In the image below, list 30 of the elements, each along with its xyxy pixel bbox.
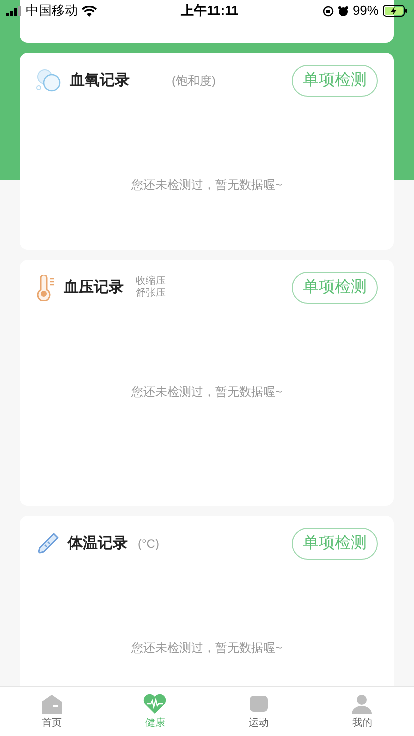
unit-note: (°C) bbox=[138, 538, 160, 550]
person-icon bbox=[351, 694, 374, 714]
record-title: 血氧记录 bbox=[70, 70, 130, 91]
clock-time: 上午11:11 bbox=[181, 2, 239, 20]
single-test-button[interactable]: 单项检测 bbox=[292, 528, 378, 560]
tab-item[interactable]: 健康 bbox=[104, 687, 207, 736]
signal-icon bbox=[6, 6, 22, 16]
rotation-lock-icon bbox=[322, 6, 334, 16]
single-test-button[interactable]: 单项检测 bbox=[292, 272, 378, 304]
tab-item[interactable]: 我的 bbox=[310, 687, 414, 736]
empty-message: 您还未检测过，暂无数据喔~ bbox=[131, 384, 282, 401]
unit-note: (饱和度) bbox=[172, 75, 216, 87]
single-test-button[interactable]: 单项检测 bbox=[292, 65, 378, 97]
unit-note: 舒张压 bbox=[136, 288, 166, 300]
house-icon bbox=[40, 694, 63, 714]
bubbles-icon bbox=[36, 69, 62, 93]
record-title: 体温记录 bbox=[68, 534, 128, 554]
heart-pulse-icon bbox=[143, 694, 168, 714]
tab-item[interactable]: 首页 bbox=[0, 687, 104, 736]
alarm-icon bbox=[338, 6, 349, 16]
record-title: 血压记录 bbox=[64, 278, 124, 298]
tab-item[interactable]: 运动 bbox=[207, 687, 310, 736]
tab-icon bbox=[248, 694, 270, 714]
empty-message: 您还未检测过，暂无数据喔~ bbox=[131, 177, 282, 194]
empty-message: 您还未检测过，暂无数据喔~ bbox=[131, 640, 282, 657]
carrier-name: 中国移动 bbox=[26, 2, 78, 20]
unit-note: 收缩压 bbox=[136, 276, 166, 288]
battery-percent: 99% bbox=[352, 2, 379, 20]
wifi-icon bbox=[82, 6, 97, 16]
battery-icon bbox=[382, 5, 408, 17]
